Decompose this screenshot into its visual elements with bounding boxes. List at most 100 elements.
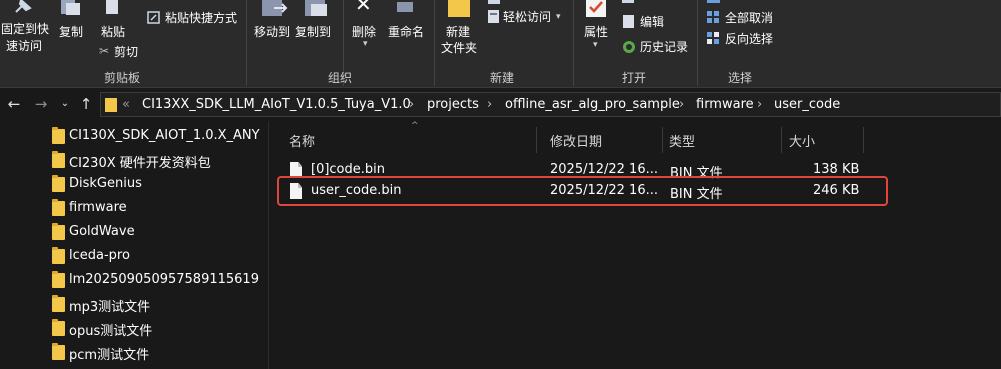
nav-item-label: lceda-pro: [69, 248, 130, 263]
forward-button[interactable]: →: [32, 94, 50, 114]
breadcrumb-overflow[interactable]: «: [122, 97, 130, 112]
rename-label: 重命名: [388, 25, 425, 39]
nav-item-label: DiskGenius: [69, 176, 142, 191]
arrow-left-icon: ←: [7, 95, 21, 113]
nav-item-label: mp3测试文件: [69, 300, 151, 315]
folder-icon: [52, 271, 65, 288]
nav-item-label: GoldWave: [69, 224, 135, 239]
file-list: ^ 名称 修改日期 类型 大小 [0]code.bin 2025/12/22 1…: [269, 121, 1001, 369]
nav-item-label: firmware: [69, 200, 127, 215]
history-icon: [623, 41, 635, 53]
nav-folder-pcm[interactable]: pcm测试文件: [52, 340, 268, 364]
nav-item-label: CI230X 硬件开发资料包: [69, 156, 211, 171]
folder-icon: [52, 199, 65, 216]
breadcrumb-user-code[interactable]: user_code: [774, 97, 840, 112]
folder-icon: [52, 223, 65, 240]
open-group-label: 打开: [621, 71, 646, 85]
nav-folder-ci230x[interactable]: CI230X 硬件开发资料包: [52, 148, 268, 172]
chevron-down-icon: ▾: [556, 12, 561, 22]
paste-icon: [106, 0, 118, 14]
navigation-bar: ← → ⌄ ↑ « CI13XX_SDK_LLM_AIoT_V1.0.5_Tuy…: [0, 88, 1001, 121]
ribbon: 固定到快 速访问 复制 粘贴 ✂ 剪切 粘贴快捷方式 剪贴板 移动到 复制到 ✕…: [0, 0, 1001, 88]
delete-icon: ✕: [355, 0, 372, 16]
nav-item-label: lm20250905095758911561​9: [69, 272, 259, 287]
nav-folder-lceda-pro[interactable]: lceda-pro: [52, 244, 268, 268]
breadcrumb-offline-asr[interactable]: offline_asr_alg_pro_sample: [505, 97, 680, 112]
breadcrumb-firmware[interactable]: firmware: [696, 97, 754, 112]
nav-folder-ci130x-sdk[interactable]: CI130X_SDK_AIOT_1.0.X_ANY: [52, 124, 268, 148]
back-button[interactable]: ←: [5, 94, 23, 114]
edit-icon: [623, 15, 634, 28]
nav-folder-diskgenius[interactable]: DiskGenius: [52, 172, 268, 196]
invert-selection-label: 反向选择: [725, 32, 774, 46]
properties-icon: [586, 0, 606, 17]
folder-icon: [105, 98, 117, 112]
ribbon-divider: [573, 0, 574, 86]
navigation-pane: CI130X_SDK_AIOT_1.0.X_ANY CI230X 硬件开发资料包…: [0, 121, 268, 369]
scissors-icon: ✂: [99, 44, 110, 58]
copy-to-label: 复制到: [295, 25, 332, 39]
copy-to-icon: [305, 0, 327, 16]
breadcrumb-separator[interactable]: ›: [409, 97, 414, 112]
column-divider[interactable]: [662, 127, 663, 153]
move-to-icon: [262, 0, 288, 16]
highlight-annotation-box: [277, 176, 888, 206]
recent-locations-button[interactable]: ⌄: [56, 94, 74, 114]
column-header-size[interactable]: 大小: [789, 131, 815, 150]
new-item-icon: [488, 0, 500, 4]
nav-item-label: opus测试文件: [69, 324, 153, 339]
nav-folder-lm2025[interactable]: lm20250905095758911561​9: [52, 268, 268, 292]
ribbon-divider: [697, 0, 698, 86]
breadcrumb-separator[interactable]: ›: [487, 97, 492, 112]
chevron-down-icon: ▾: [363, 39, 368, 49]
file-name: [0]code.bin: [311, 162, 386, 177]
folder-icon: [52, 319, 65, 336]
column-header-name[interactable]: 名称: [289, 131, 315, 150]
nav-folder-goldwave[interactable]: GoldWave: [52, 220, 268, 244]
select-none-icon: [707, 11, 719, 23]
nav-item-label: CI130X_SDK_AIOT_1.0.X_ANY: [69, 128, 260, 143]
breadcrumb-projects[interactable]: projects: [427, 97, 479, 112]
breadcrumb-sdk[interactable]: CI13XX_SDK_LLM_AIoT_V1.0.5_Tuya_V1.0: [142, 97, 411, 112]
breadcrumb-separator[interactable]: ›: [757, 97, 762, 112]
column-header-type[interactable]: 类型: [669, 131, 695, 150]
move-to-label: 移动到: [254, 25, 291, 39]
nav-folder-opus[interactable]: opus测试文件: [52, 316, 268, 340]
rename-icon: [397, 2, 413, 12]
nav-folder-mp3[interactable]: mp3测试文件: [52, 292, 268, 316]
column-divider[interactable]: [781, 127, 782, 153]
sort-indicator-icon: ^: [411, 121, 419, 131]
folder-icon: [52, 127, 65, 144]
column-header-modified[interactable]: 修改日期: [550, 131, 602, 150]
open-icon: [622, 0, 634, 3]
folder-icon: [52, 343, 65, 360]
select-all-icon: [707, 0, 720, 3]
easy-access-label: 轻松访问: [503, 10, 552, 24]
organize-group-label: 组织: [327, 71, 352, 85]
copy-label: 复制: [59, 25, 84, 39]
address-bar[interactable]: « CI13XX_SDK_LLM_AIoT_V1.0.5_Tuya_V1.0 ›…: [100, 92, 1001, 117]
paste-shortcut-icon: [147, 11, 160, 24]
pin-label-line1: 固定到快: [1, 22, 50, 36]
select-group-label: 选择: [727, 71, 752, 85]
clipboard-group-label: 剪贴板: [103, 71, 140, 85]
new-group-label: 新建: [489, 71, 514, 85]
column-divider[interactable]: [863, 127, 864, 153]
paste-shortcut-label: 粘贴快捷方式: [165, 11, 238, 25]
cut-label: 剪切: [114, 45, 139, 59]
history-label: 历史记录: [640, 40, 689, 54]
new-folder-icon: [448, 0, 470, 17]
select-none-label: 全部取消: [725, 11, 774, 25]
up-button[interactable]: ↑: [77, 94, 95, 114]
pin-icon: [15, 0, 32, 13]
column-divider[interactable]: [536, 127, 537, 153]
invert-selection-icon: [707, 32, 719, 44]
chevron-down-icon: ▾: [593, 40, 598, 50]
file-size: 138 KB: [813, 162, 860, 177]
folder-icon: [52, 175, 65, 192]
breadcrumb-separator[interactable]: ›: [679, 97, 684, 112]
new-folder-label-line1: 新建: [446, 25, 471, 39]
pin-label-line2: 速访问: [6, 39, 43, 53]
file-modified: 2025/12/22 16...: [550, 162, 658, 177]
nav-folder-firmware[interactable]: firmware: [52, 196, 268, 220]
